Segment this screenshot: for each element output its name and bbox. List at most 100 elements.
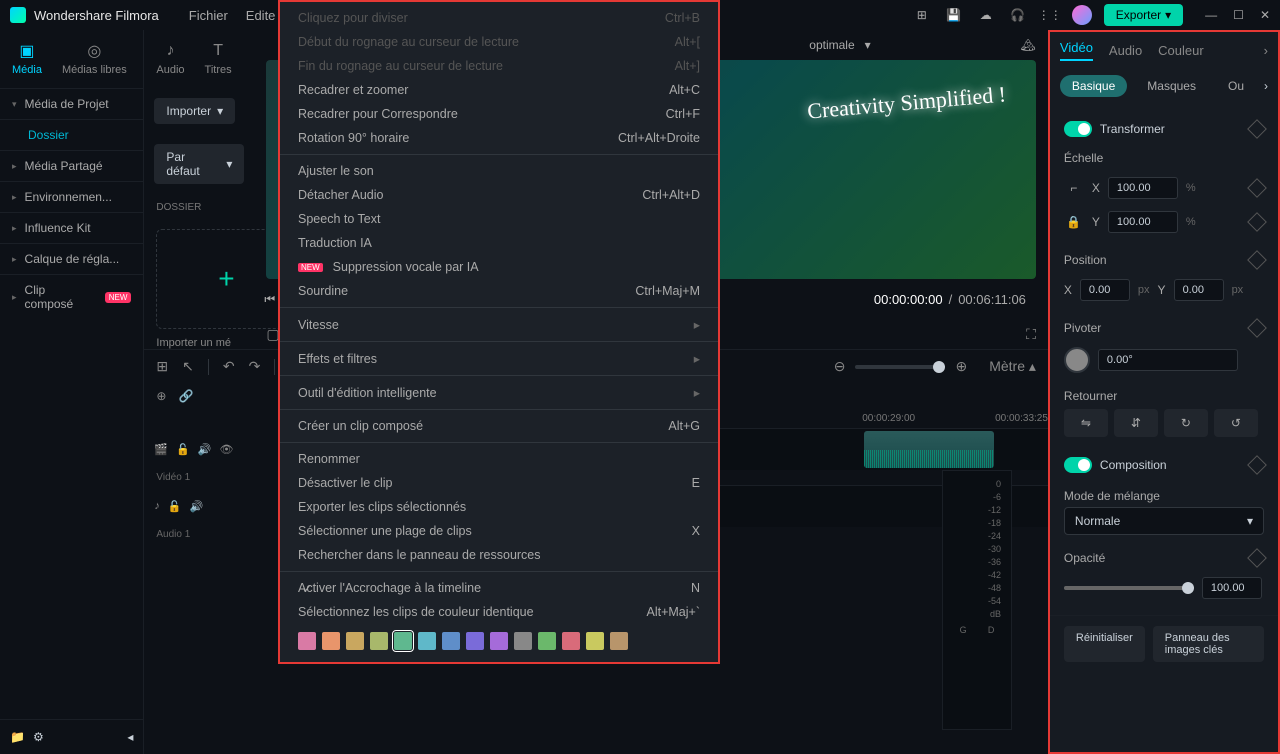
pos-x-input[interactable] [1080,279,1130,301]
add-track-icon[interactable]: ⊕ [156,389,166,403]
keyframe-button[interactable] [1247,548,1267,568]
video-clip[interactable] [864,431,994,468]
export-button[interactable]: Exporter▾ [1104,4,1183,26]
ctx-item[interactable]: SourdineCtrl+Maj+M [280,279,718,303]
cloud-icon[interactable]: ☁ [976,5,996,25]
close-button[interactable]: ✕ [1260,8,1270,22]
color-swatch[interactable] [298,632,316,650]
color-swatch[interactable] [370,632,388,650]
scale-x-input[interactable] [1108,177,1178,199]
redo-icon[interactable]: ↷ [249,358,261,375]
color-swatch[interactable] [562,632,580,650]
ctx-item[interactable]: Renommer [280,447,718,471]
sidebar-shared[interactable]: ▸Média Partagé [0,150,143,181]
scale-y-input[interactable] [1108,211,1178,233]
ctx-item[interactable]: Créer un clip composéAlt+G [280,414,718,438]
apps-icon[interactable]: ⋮⋮ [1040,5,1060,25]
rotate-input[interactable] [1098,349,1238,371]
sort-button[interactable]: Par défaut▾ [154,144,244,184]
keyframes-panel-button[interactable]: Panneau des images clés [1153,626,1264,662]
ctx-item[interactable]: Sélectionner une plage de clipsX [280,519,718,543]
ctx-item[interactable]: Ajuster le son [280,159,718,183]
subtab-masks[interactable]: Masques [1135,75,1208,97]
color-swatch[interactable] [490,632,508,650]
ctx-item[interactable]: NEWSuppression vocale par IA [280,255,718,279]
pos-y-input[interactable] [1174,279,1224,301]
color-swatch[interactable] [418,632,436,650]
color-swatch[interactable] [538,632,556,650]
rotate-dial[interactable] [1064,347,1090,373]
subtab-basic[interactable]: Basique [1060,75,1127,97]
mute-icon[interactable]: 🔊 [190,500,204,513]
tab-audio[interactable]: Audio [1109,43,1142,58]
ctx-item[interactable]: Speech to Text [280,207,718,231]
rotate-cw-button[interactable]: ↻ [1164,409,1208,437]
color-swatch[interactable] [442,632,460,650]
keyframe-button[interactable] [1247,212,1267,232]
ctx-item[interactable]: Exporter les clips sélectionnés [280,495,718,519]
save-icon[interactable]: 💾 [944,5,964,25]
avatar-icon[interactable] [1072,5,1092,25]
sidebar-compound[interactable]: ▸Clip composéNEW [0,274,143,319]
flip-h-button[interactable]: ⇋ [1064,409,1108,437]
audio-track-icon[interactable]: ♪ [154,500,160,512]
composition-toggle[interactable] [1064,457,1092,473]
tab-audio[interactable]: ♪Audio [150,38,190,80]
video-track-icon[interactable]: 🎬 [154,443,168,456]
mute-icon[interactable]: 🔊 [198,443,212,456]
layout-icon[interactable]: ⊞ [912,5,932,25]
keyframe-button[interactable] [1247,178,1267,198]
link-icon[interactable]: 🔗 [178,389,193,403]
zoom-in-icon[interactable]: ⊕ [955,358,967,375]
rotate-ccw-button[interactable]: ↺ [1214,409,1258,437]
menu-edit[interactable]: Edite [246,8,276,23]
import-button[interactable]: Importer▾ [154,98,235,124]
filter-icon[interactable]: ⚙ [33,730,44,744]
color-swatch[interactable] [586,632,604,650]
new-folder-icon[interactable]: 📁 [10,730,25,744]
tab-media[interactable]: ▣Média [6,38,48,80]
blend-mode-select[interactable]: Normale▾ [1064,507,1264,535]
opacity-slider[interactable] [1064,586,1194,590]
ctx-item[interactable]: Vitesse▸ [280,312,718,337]
sidebar-env[interactable]: ▸Environnemen... [0,181,143,212]
ctx-item[interactable]: Traduction IA [280,231,718,255]
tab-stock[interactable]: ◎Médias libres [56,38,133,80]
collapse-icon[interactable]: ◂ [127,730,133,744]
scroll-right-icon[interactable]: › [1264,43,1268,58]
flip-v-button[interactable]: ⇵ [1114,409,1158,437]
magnet-icon[interactable]: ⊞ [156,358,168,375]
scroll-right-icon[interactable]: › [1264,79,1268,93]
opacity-input[interactable] [1202,577,1262,599]
reset-button[interactable]: Réinitialiser [1064,626,1145,662]
keyframe-button[interactable] [1247,119,1267,139]
lock-aspect-icon[interactable]: 🔒 [1064,215,1084,229]
color-swatch[interactable] [346,632,364,650]
sidebar-adjust[interactable]: ▸Calque de régla... [0,243,143,274]
color-swatch[interactable] [322,632,340,650]
ctx-item[interactable]: Recadrer pour CorrespondreCtrl+F [280,102,718,126]
keyframe-button[interactable] [1247,318,1267,338]
undo-icon[interactable]: ↶ [223,358,235,375]
sidebar-influence[interactable]: ▸Influence Kit [0,212,143,243]
ctx-item[interactable]: Sélectionnez les clips de couleur identi… [280,600,718,624]
ctx-item[interactable]: Outil d'édition intelligente▸ [280,380,718,405]
sidebar-project-media[interactable]: ▾Média de Projet [0,88,143,119]
meter-toggle[interactable]: Mètre ▴ [989,358,1036,375]
color-swatch[interactable] [514,632,532,650]
maximize-button[interactable]: ☐ [1233,8,1244,22]
ctx-item[interactable]: Rotation 90° horaireCtrl+Alt+Droite [280,126,718,150]
menu-file[interactable]: Fichier [189,8,228,23]
pointer-icon[interactable]: ↖ [182,358,194,375]
visibility-icon[interactable]: 👁 [220,443,234,456]
transform-toggle[interactable] [1064,121,1092,137]
ctx-item[interactable]: Recadrer et zoomerAlt+C [280,78,718,102]
ctx-item[interactable]: ✓Activer l'Accrochage à la timelineN [280,576,718,600]
lock-icon[interactable]: 🔓 [168,500,182,513]
color-swatch[interactable] [466,632,484,650]
snapshot-icon[interactable]: 🏔 [1021,38,1036,52]
tab-titles[interactable]: TTitres [199,38,238,80]
color-swatch[interactable] [610,632,628,650]
subtab-out[interactable]: Ou [1216,75,1256,97]
lock-icon[interactable]: 🔓 [176,443,190,456]
